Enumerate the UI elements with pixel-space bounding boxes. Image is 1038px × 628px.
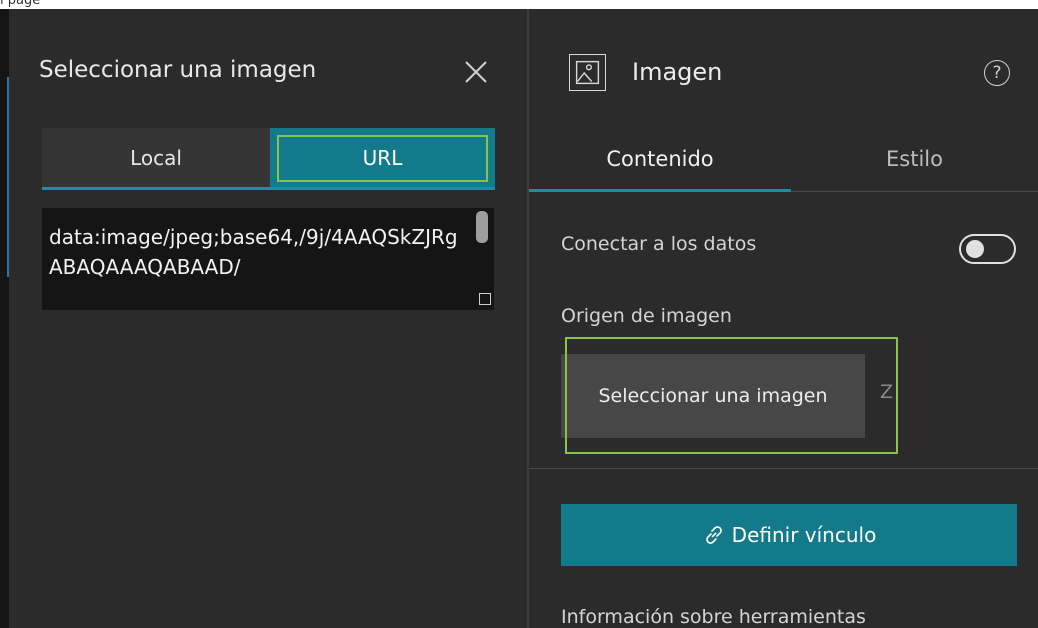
top-strip-text: l page: [0, 0, 41, 8]
section-divider: [529, 468, 1038, 469]
active-tab-indicator: [529, 189, 791, 192]
image-icon: [569, 54, 606, 91]
connect-data-toggle[interactable]: [959, 234, 1016, 264]
source-tabs: Local URL: [42, 128, 495, 190]
url-textarea[interactable]: data:image/jpeg;base64,/9j/4AAQSkZJRgABA…: [42, 208, 494, 310]
url-scrollbar[interactable]: [476, 211, 488, 243]
url-value: data:image/jpeg;base64,/9j/4AAQSkZJRgABA…: [49, 225, 458, 279]
set-link-button[interactable]: Definir vínculo: [561, 504, 1017, 566]
image-picker-content: Seleccionar una imagen Local URL data:im…: [9, 9, 527, 628]
help-icon[interactable]: ?: [984, 60, 1010, 86]
tab-contenido[interactable]: Contenido: [529, 128, 791, 190]
truncated-text: Z: [880, 381, 894, 403]
close-icon[interactable]: [461, 57, 491, 87]
left-edge: [0, 9, 9, 628]
resize-handle[interactable]: [479, 293, 491, 305]
tooltip-section-label: Información sobre herramientas: [561, 606, 866, 628]
source-tabs-underline: [42, 187, 495, 190]
select-image-button[interactable]: Seleccionar una imagen: [561, 354, 865, 438]
tab-url[interactable]: URL: [270, 128, 495, 187]
tab-url-highlight: [277, 135, 488, 182]
image-picker-panel: Seleccionar una imagen Local URL data:im…: [0, 9, 527, 628]
image-source-label: Origen de imagen: [561, 305, 732, 327]
tabs-divider: [791, 191, 1038, 192]
link-icon: [705, 526, 722, 544]
tab-local[interactable]: Local: [42, 128, 270, 187]
panel-title: Seleccionar una imagen: [39, 57, 317, 83]
tab-estilo[interactable]: Estilo: [791, 128, 1038, 190]
toggle-knob: [966, 240, 984, 258]
connect-data-label: Conectar a los datos: [561, 233, 757, 255]
set-link-label: Definir vínculo: [731, 523, 877, 547]
widget-title: Imagen: [632, 58, 723, 86]
image-settings-panel: Imagen ? Contenido Estilo Conectar a los…: [529, 9, 1038, 628]
top-strip: l page: [0, 0, 1038, 9]
